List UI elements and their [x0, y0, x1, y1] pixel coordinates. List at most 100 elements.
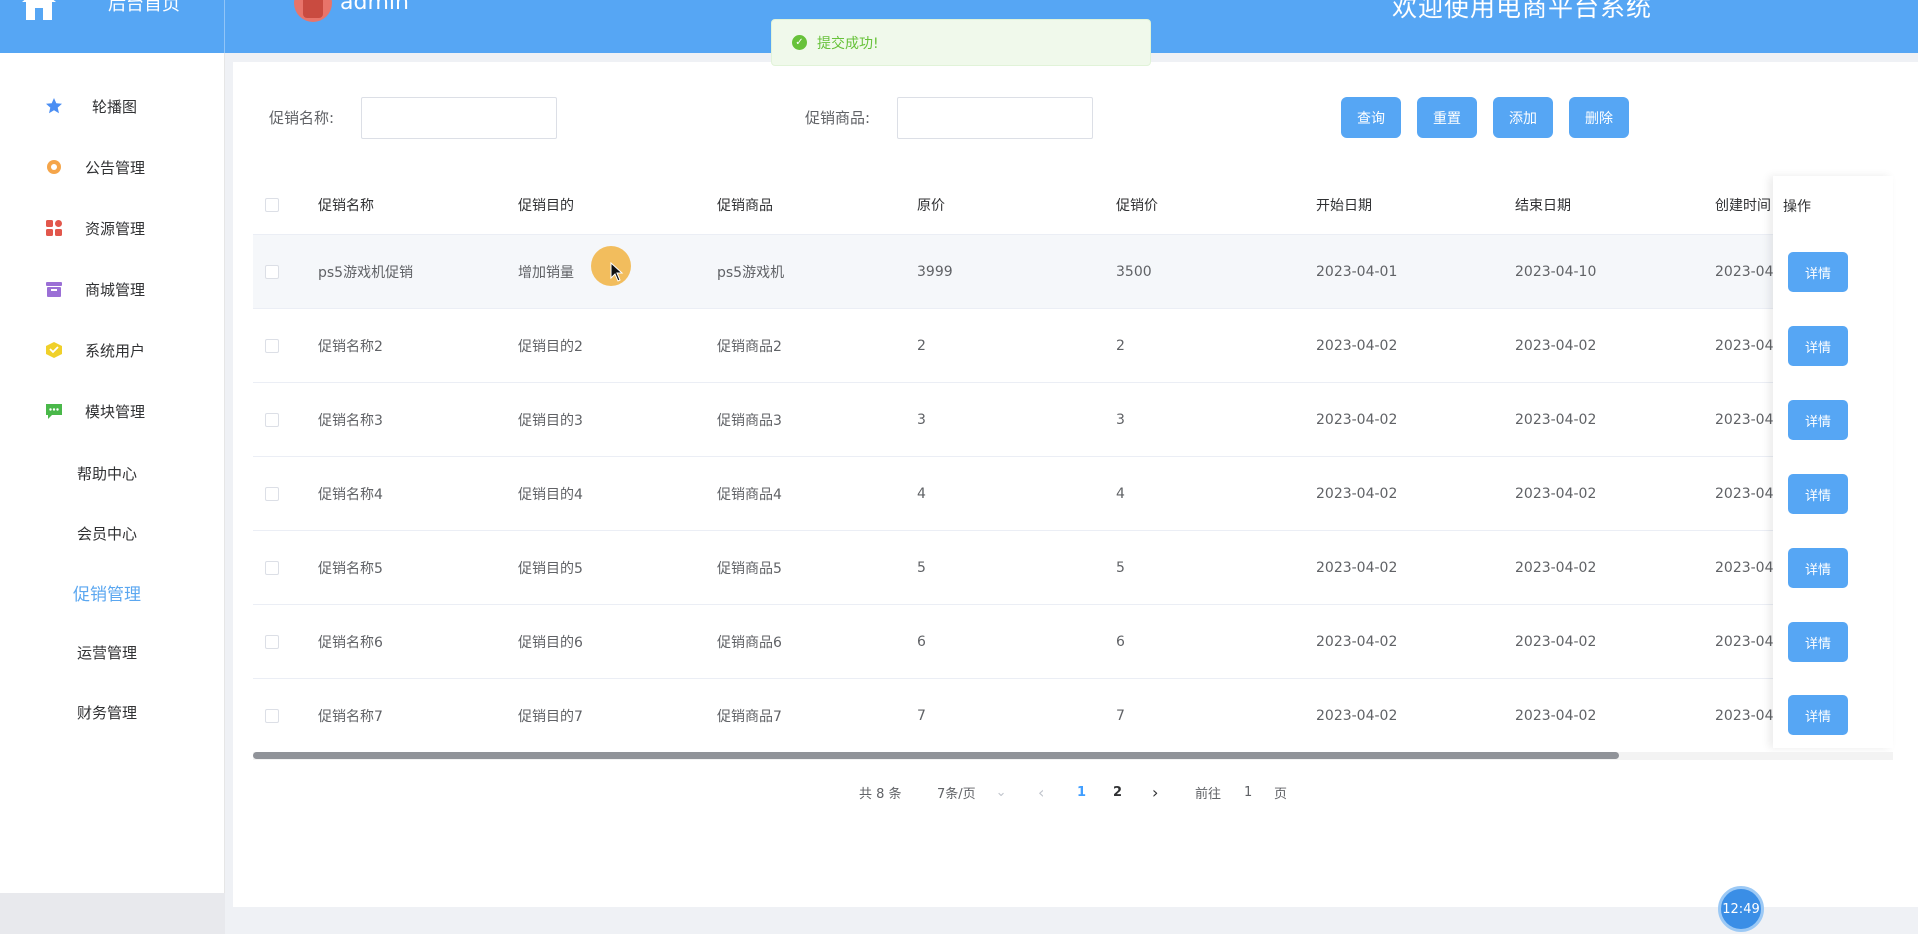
table-row[interactable]: 促销名称5 促销目的5 促销商品5 5 5 2023-04-02 2023-04…: [253, 531, 1893, 605]
row-checkbox[interactable]: [265, 486, 279, 501]
brand[interactable]: 后台首页: [0, 0, 225, 53]
page-size-value: 7条/页: [937, 786, 976, 802]
clock-time: 12:49: [1722, 901, 1760, 917]
sidebar-item-label: 系统用户: [85, 341, 146, 360]
gear-icon: [45, 158, 63, 176]
detail-button[interactable]: 详情: [1788, 622, 1848, 662]
detail-button[interactable]: 详情: [1788, 252, 1848, 292]
cell-product: 促销商品2: [717, 338, 782, 355]
pagination-total: 共 8 条: [859, 786, 902, 802]
chevron-down-icon: ⌄: [995, 784, 1007, 800]
table-row[interactable]: 促销名称7 促销目的7 促销商品7 7 7 2023-04-02 2023-04…: [253, 679, 1893, 753]
grid-icon: [45, 219, 63, 237]
sidebar-subitem-label: 促销管理: [73, 584, 141, 605]
column-header-operations: 操作: [1783, 198, 1811, 215]
sidebar-subitem-finance[interactable]: 财务管理: [0, 692, 225, 732]
query-button[interactable]: 查询: [1341, 97, 1401, 138]
cell-start-date: 2023-04-01: [1316, 263, 1398, 280]
detail-button[interactable]: 详情: [1788, 474, 1848, 514]
page-number[interactable]: 1: [1077, 780, 1086, 804]
select-all-checkbox[interactable]: [265, 198, 279, 212]
cell-purpose: 促销目的5: [518, 560, 583, 577]
table-row[interactable]: 促销名称2 促销目的2 促销商品2 2 2 2023-04-02 2023-04…: [253, 309, 1893, 383]
avatar[interactable]: [294, 0, 332, 22]
cell-name: ps5游戏机促销: [318, 264, 414, 281]
next-page-icon[interactable]: ›: [1152, 780, 1158, 804]
prev-page-icon[interactable]: ‹: [1038, 780, 1044, 804]
column-header[interactable]: 促销商品: [717, 176, 773, 234]
cell-original-price: 5: [917, 559, 926, 576]
page-size-select[interactable]: 7条/页 ⌄: [937, 780, 1007, 804]
row-checkbox[interactable]: [265, 338, 279, 353]
detail-button[interactable]: 详情: [1788, 400, 1848, 440]
sidebar-item-modules[interactable]: 模块管理: [0, 391, 225, 431]
add-button[interactable]: 添加: [1493, 97, 1553, 138]
sidebar-subitem-operations[interactable]: 运营管理: [0, 632, 225, 672]
sidebar-item-carousel[interactable]: 轮播图: [0, 86, 225, 126]
cell-created-at: 2023-04-: [1715, 559, 1775, 576]
table-row[interactable]: 促销名称4 促销目的4 促销商品4 4 4 2023-04-02 2023-04…: [253, 457, 1893, 531]
delete-button[interactable]: 删除: [1569, 97, 1629, 138]
cell-created-at: 2023-04-: [1715, 485, 1775, 502]
sidebar-subitem-member-center[interactable]: 会员中心: [0, 513, 225, 553]
column-header[interactable]: 创建时间: [1715, 176, 1771, 234]
cell-original-price: 3: [917, 411, 926, 428]
goto-page-input[interactable]: 1: [1244, 780, 1252, 804]
cell-created-at: 2023-04-: [1715, 263, 1775, 280]
sidebar-subitem-label: 帮助中心: [77, 464, 138, 483]
table-header: 促销名称 促销目的 促销商品 原价 促销价 开始日期 结束日期 创建时间: [253, 176, 1893, 235]
column-header[interactable]: 促销名称: [318, 176, 374, 234]
row-checkbox[interactable]: [265, 708, 279, 723]
horizontal-scrollbar-thumb[interactable]: [253, 752, 1619, 759]
column-header[interactable]: 促销目的: [518, 176, 574, 234]
row-checkbox[interactable]: [265, 560, 279, 575]
cell-name: 促销名称5: [318, 560, 383, 577]
toast-message: 提交成功!: [817, 35, 879, 52]
cell-start-date: 2023-04-02: [1316, 337, 1398, 354]
sidebar-subitem-help-center[interactable]: 帮助中心: [0, 453, 225, 493]
cell-end-date: 2023-04-02: [1515, 337, 1597, 354]
row-checkbox[interactable]: [265, 634, 279, 649]
cell-product: 促销商品7: [717, 708, 782, 725]
sidebar-item-resources[interactable]: 资源管理: [0, 208, 225, 248]
column-header[interactable]: 原价: [917, 176, 945, 234]
column-header[interactable]: 结束日期: [1515, 176, 1571, 234]
cell-purpose: 促销目的2: [518, 338, 583, 355]
cell-product: 促销商品6: [717, 634, 782, 651]
admin-name[interactable]: admin: [340, 0, 409, 15]
sidebar-subitem-promotion[interactable]: 促销管理: [0, 572, 225, 612]
sidebar: 轮播图 公告管理 资源管理 商城管理 系统用户 模块管理 帮助中心 会员中心 促…: [0, 53, 225, 893]
sidebar-item-system-users[interactable]: 系统用户: [0, 330, 225, 370]
promotion-product-input[interactable]: [897, 97, 1093, 139]
sidebar-item-mall[interactable]: 商城管理: [0, 269, 225, 309]
sidebar-subitem-label: 运营管理: [77, 643, 138, 662]
detail-button[interactable]: 详情: [1788, 548, 1848, 588]
chat-icon: [45, 402, 63, 420]
column-header[interactable]: 开始日期: [1316, 176, 1372, 234]
detail-button[interactable]: 详情: [1788, 326, 1848, 366]
archive-icon: [45, 280, 63, 298]
cell-original-price: 2: [917, 337, 926, 354]
detail-button[interactable]: 详情: [1788, 695, 1848, 735]
cell-start-date: 2023-04-02: [1316, 559, 1398, 576]
column-header[interactable]: 促销价: [1116, 176, 1158, 234]
cell-end-date: 2023-04-10: [1515, 263, 1597, 280]
table-row[interactable]: 促销名称3 促销目的3 促销商品3 3 3 2023-04-02 2023-04…: [253, 383, 1893, 457]
mouse-pointer-icon: [610, 261, 624, 286]
sidebar-subitem-label: 财务管理: [77, 703, 138, 722]
page-number[interactable]: 2: [1113, 780, 1122, 804]
goto-prefix: 前往: [1195, 786, 1222, 802]
table-row[interactable]: ps5游戏机促销 增加销量 ps5游戏机 3999 3500 2023-04-0…: [253, 235, 1893, 309]
cell-promo-price: 3500: [1116, 263, 1152, 280]
cell-purpose: 促销目的7: [518, 708, 583, 725]
cell-end-date: 2023-04-02: [1515, 411, 1597, 428]
cell-start-date: 2023-04-02: [1316, 707, 1398, 724]
reset-button[interactable]: 重置: [1417, 97, 1477, 138]
table-row[interactable]: 促销名称6 促销目的6 促销商品6 6 6 2023-04-02 2023-04…: [253, 605, 1893, 679]
row-checkbox[interactable]: [265, 264, 279, 279]
promotion-name-input[interactable]: [361, 97, 557, 139]
cell-name: 促销名称7: [318, 708, 383, 725]
sidebar-item-notice[interactable]: 公告管理: [0, 147, 225, 187]
row-checkbox[interactable]: [265, 412, 279, 427]
cell-original-price: 4: [917, 485, 926, 502]
